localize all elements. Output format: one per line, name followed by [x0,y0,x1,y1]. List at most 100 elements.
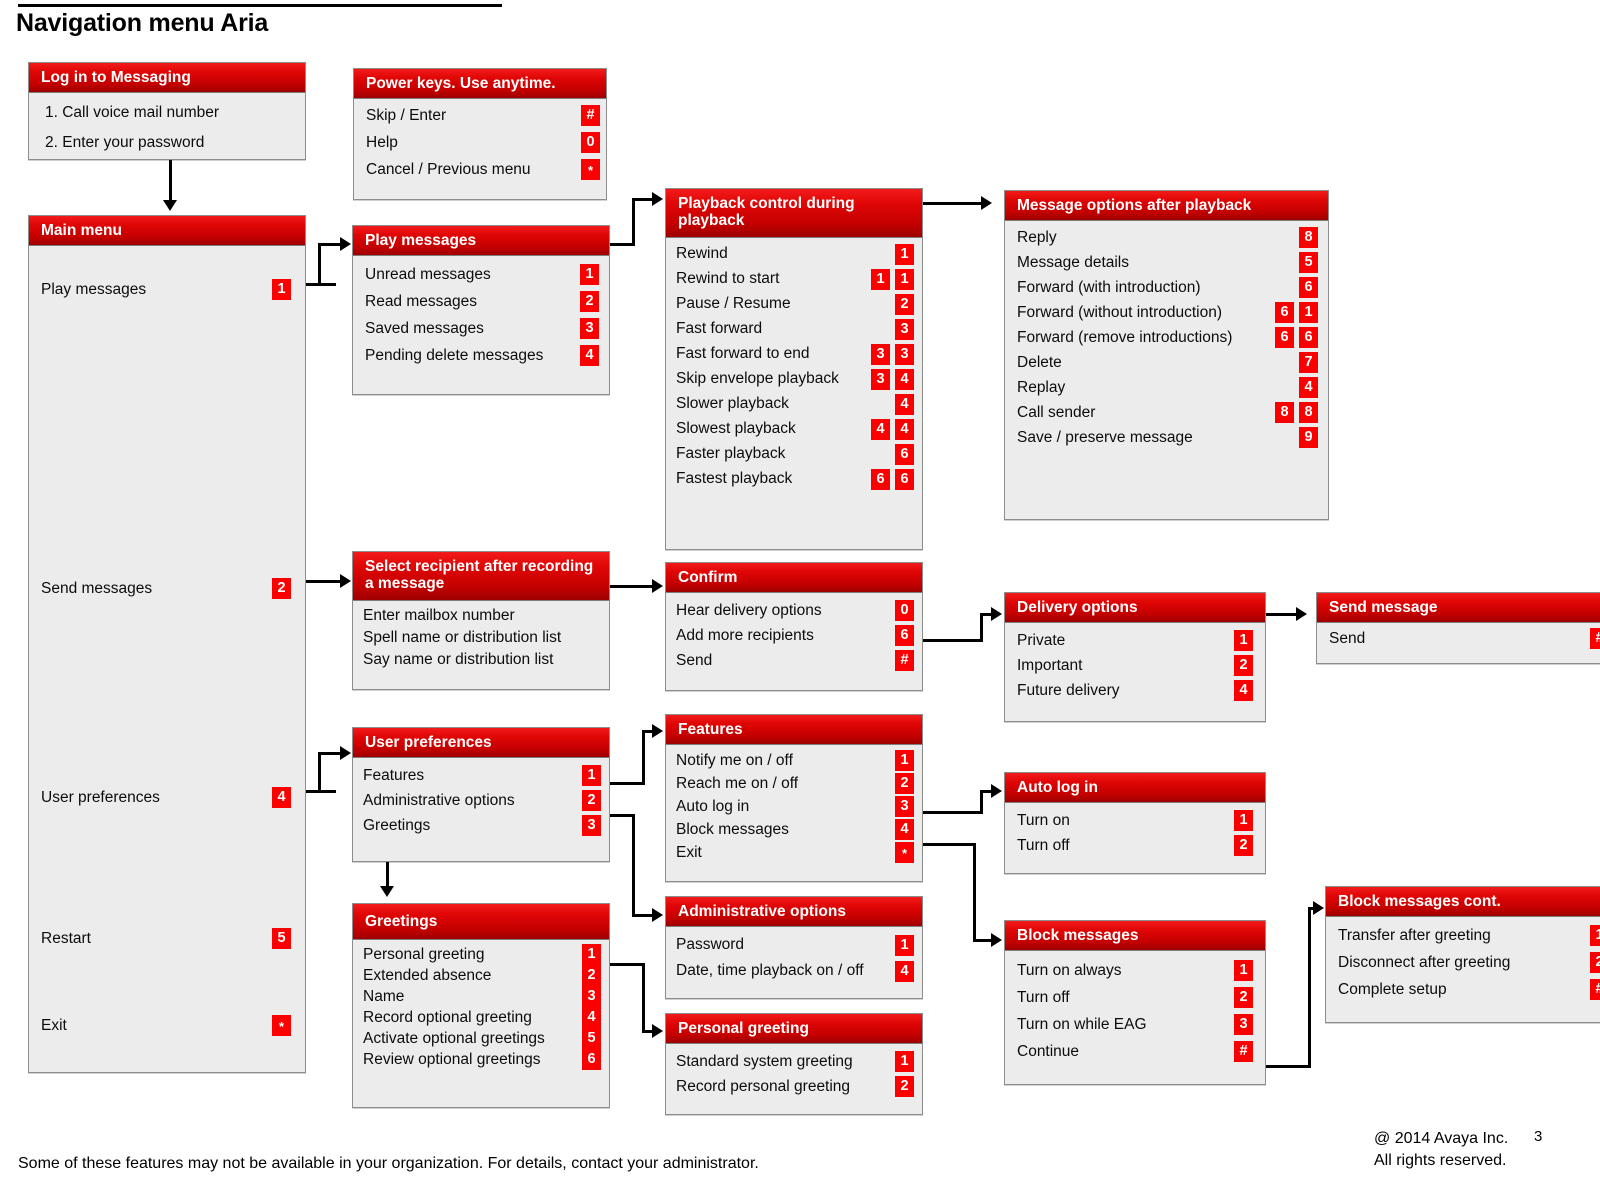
key-badge: 6 [871,468,890,490]
menu-row[interactable]: Auto log in 3 [666,795,922,818]
menu-row[interactable]: Pause / Resume 2 [666,292,922,317]
menu-row[interactable]: Turn off 2 [1005,833,1265,858]
menu-row[interactable]: Forward (without introduction) 6 1 [1005,300,1328,325]
key-badge: 4 [272,787,291,809]
menu-row[interactable]: Say name or distribution list [353,649,609,671]
menu-row[interactable]: Fast forward to end 3 3 [666,342,922,367]
connector-delivery-send [1266,613,1298,616]
menu-row[interactable]: Administrative options 2 [353,788,609,813]
menu-row[interactable]: Record personal greeting 2 [666,1074,922,1099]
menu-row-play-messages[interactable]: Play messages 1 [29,276,305,303]
box-login: Log in to Messaging 1. Call voice mail n… [28,62,306,160]
menu-row[interactable]: Review optional greetings 6 [353,1049,609,1071]
menu-row[interactable]: Greetings 3 [353,813,609,838]
box-select-recipient-body: Enter mailbox number Spell name or distr… [353,601,609,677]
row-keys: * [581,159,600,181]
menu-row[interactable]: Notify me on / off 1 [666,749,922,772]
key-badge: 1 [1590,925,1600,947]
menu-row-send-messages[interactable]: Send messages 2 [29,575,305,602]
row-keys: 9 [1299,427,1318,449]
menu-row[interactable]: Name 3 [353,986,609,1008]
menu-row[interactable]: Slowest playback 4 4 [666,417,922,442]
menu-row[interactable]: Important 2 [1005,653,1265,678]
row-keys: 0 [895,600,914,622]
menu-row[interactable]: Block messages 4 [666,818,922,841]
menu-row[interactable]: Delete 7 [1005,350,1328,375]
menu-row[interactable]: Future delivery 4 [1005,678,1265,703]
menu-row[interactable]: Exit * [666,841,922,864]
menu-row[interactable]: Cancel / Previous menu * [354,156,606,183]
menu-row[interactable]: Activate optional greetings 5 [353,1028,609,1050]
menu-row[interactable]: Turn on always 1 [1005,957,1265,984]
menu-row-user-preferences[interactable]: User preferences 4 [29,784,305,811]
menu-row[interactable]: Disconnect after greeting 2 [1326,949,1600,976]
row-keys: 1 [1234,810,1253,832]
menu-row[interactable]: Extended absence 2 [353,965,609,987]
menu-row[interactable]: Spell name or distribution list [353,627,609,649]
row-label: Delete [1017,353,1062,371]
menu-row[interactable]: Message details 5 [1005,250,1328,275]
row-label: Activate optional greetings [363,1029,545,1047]
menu-row[interactable]: Read messages 2 [353,288,609,315]
menu-row[interactable]: Skip envelope playback 3 4 [666,367,922,392]
menu-row[interactable]: Record optional greeting 4 [353,1007,609,1029]
menu-row[interactable]: Turn off 2 [1005,984,1265,1011]
key-badge: 8 [1299,227,1318,249]
menu-row[interactable]: Call sender 8 8 [1005,400,1328,425]
menu-row[interactable]: Pending delete messages 4 [353,342,609,369]
menu-row[interactable]: Send # [1317,626,1600,651]
key-badge: * [895,842,914,864]
menu-row[interactable]: Turn on while EAG 3 [1005,1011,1265,1038]
menu-row[interactable]: Faster playback 6 [666,442,922,467]
menu-row[interactable]: Complete setup # [1326,976,1600,1003]
box-greetings: Greetings Personal greeting 1 Extended a… [352,903,610,1108]
menu-row[interactable]: Standard system greeting 1 [666,1049,922,1074]
menu-row[interactable]: Save / preserve message 9 [1005,425,1328,450]
menu-row[interactable]: Replay 4 [1005,375,1328,400]
menu-row[interactable]: Features 1 [353,763,609,788]
key-badge: 5 [582,1028,601,1050]
menu-row[interactable]: Forward (with introduction) 6 [1005,275,1328,300]
menu-row[interactable]: Unread messages 1 [353,261,609,288]
menu-row[interactable]: Private 1 [1005,628,1265,653]
menu-row[interactable]: Date, time playback on / off 4 [666,958,922,984]
menu-row[interactable]: Forward (remove introductions) 6 6 [1005,325,1328,350]
row-label: Add more recipients [676,626,814,644]
menu-row[interactable]: Fast forward 3 [666,317,922,342]
menu-row[interactable]: Slower playback 4 [666,392,922,417]
menu-row[interactable]: Add more recipients 6 [666,623,922,648]
menu-row[interactable]: Hear delivery options 0 [666,598,922,623]
menu-row[interactable]: Saved messages 3 [353,315,609,342]
row-label: Fast forward [676,320,763,338]
key-badge: 8 [1299,402,1318,424]
row-keys: 4 [895,393,914,415]
copyright-line-1: @ 2014 Avaya Inc. [1374,1130,1509,1147]
menu-row[interactable]: Rewind to start 1 1 [666,267,922,292]
arrowhead-right [652,908,663,922]
menu-row-restart[interactable]: Restart 5 [29,925,305,952]
box-administrative-options-title: Administrative options [666,897,922,928]
menu-row[interactable]: Help 0 [354,129,606,156]
key-badge: 2 [895,773,914,795]
menu-row[interactable]: Transfer after greeting 1 [1326,922,1600,949]
menu-row[interactable]: Personal greeting 1 [353,944,609,966]
menu-row[interactable]: Continue # [1005,1038,1265,1065]
menu-row[interactable]: Send # [666,648,922,673]
menu-row[interactable]: Skip / Enter # [354,102,606,129]
menu-row[interactable]: Rewind 1 [666,242,922,267]
row-keys: 1 [580,264,599,286]
box-power-keys-body: Skip / Enter # Help 0 Cancel / Previous … [354,99,606,189]
menu-row[interactable]: Fastest playback 6 6 [666,467,922,492]
menu-row-exit[interactable]: Exit * [29,1012,305,1039]
menu-row[interactable]: Reply 8 [1005,225,1328,250]
box-play-messages: Play messages Unread messages 1 Read mes… [352,225,610,395]
menu-row[interactable]: Enter mailbox number [353,605,609,627]
key-badge: 2 [1590,952,1600,974]
key-badge: 6 [895,468,914,490]
box-message-options-body: Reply 8 Message details 5 Forward (with … [1005,221,1328,456]
menu-row[interactable]: Password 1 [666,932,922,958]
menu-row[interactable]: Turn on 1 [1005,808,1265,833]
menu-row[interactable]: Reach me on / off 2 [666,772,922,795]
key-badge: 7 [1299,352,1318,374]
arrowhead-right [652,1024,663,1038]
